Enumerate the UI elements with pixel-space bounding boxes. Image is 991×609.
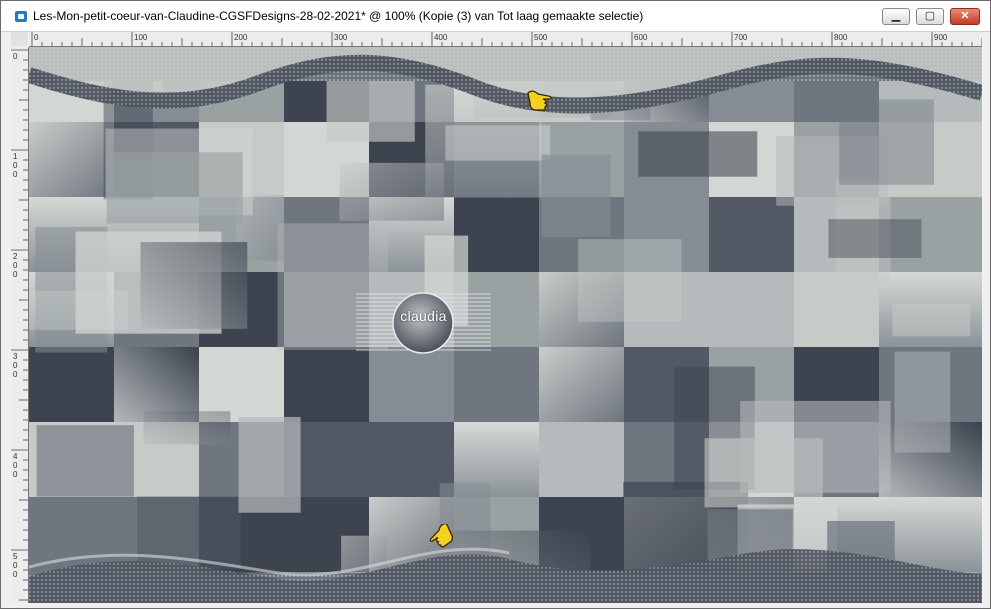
ruler-label: 0 — [34, 33, 39, 42]
ruler-label: 0 — [13, 261, 18, 270]
ruler-label: 100 — [134, 33, 148, 42]
ruler-label: 600 — [634, 33, 648, 42]
close-button[interactable]: ✕ — [950, 8, 980, 25]
ruler-label: 0 — [13, 270, 18, 279]
close-icon: ✕ — [960, 10, 970, 22]
ruler-label: 400 — [434, 33, 448, 42]
ruler-label: 500 — [534, 33, 548, 42]
vertical-ruler[interactable]: 0100200300400500 — [11, 47, 29, 603]
horizontal-ruler[interactable]: 0 100 200 300 400 500 600 700 800 900 — [29, 32, 983, 47]
canvas-artwork — [29, 47, 982, 603]
window-title: Les-Mon-petit-coeur-van-Claudine-CGSFDes… — [33, 9, 644, 23]
ruler-label: 0 — [13, 161, 18, 170]
ruler-label: 3 — [13, 352, 18, 361]
ruler-label: 700 — [734, 33, 748, 42]
ruler-label: 0 — [13, 570, 18, 579]
watermark-graphic — [356, 292, 491, 354]
ruler-label: 300 — [334, 33, 348, 42]
ruler-label: 0 — [13, 170, 18, 179]
minimize-icon: ▁ — [891, 10, 901, 22]
watermark-logo: claudia — [356, 292, 491, 356]
ruler-label: 0 — [13, 461, 18, 470]
maximize-button[interactable]: ▢ — [916, 8, 944, 25]
app-icon — [15, 11, 27, 22]
ruler-label: 0 — [13, 561, 18, 570]
ruler-corner — [11, 32, 28, 46]
ruler-label: 800 — [834, 33, 848, 42]
ruler-label: 200 — [234, 33, 248, 42]
ruler-label: 2 — [13, 252, 18, 261]
ruler-label: 0 — [13, 361, 18, 370]
ruler-label: 0 — [13, 52, 18, 61]
ruler-label: 0 — [13, 470, 18, 479]
image-canvas[interactable]: claudia — [29, 47, 982, 603]
watermark-text: claudia — [400, 308, 447, 324]
vertical-ruler-ticks: 0100200300400500 — [11, 49, 28, 601]
ruler-label: 0 — [13, 370, 18, 379]
background-tiles — [29, 47, 982, 603]
ruler-label: 900 — [934, 33, 948, 42]
pointing-hand-icon-bottom — [425, 524, 455, 550]
maximize-icon: ▢ — [924, 10, 936, 22]
minimize-button[interactable]: ▁ — [882, 8, 910, 25]
ruler-label: 5 — [13, 552, 18, 561]
pointing-hand-icon — [526, 87, 556, 113]
ruler-label: 4 — [13, 452, 18, 461]
image-window: Les-Mon-petit-coeur-van-Claudine-CGSFDes… — [0, 0, 991, 609]
horizontal-ruler-ticks: 0 100 200 300 400 500 600 700 800 900 — [31, 32, 983, 46]
ruler-label: 1 — [13, 152, 18, 161]
title-bar[interactable]: Les-Mon-petit-coeur-van-Claudine-CGSFDes… — [1, 1, 990, 32]
